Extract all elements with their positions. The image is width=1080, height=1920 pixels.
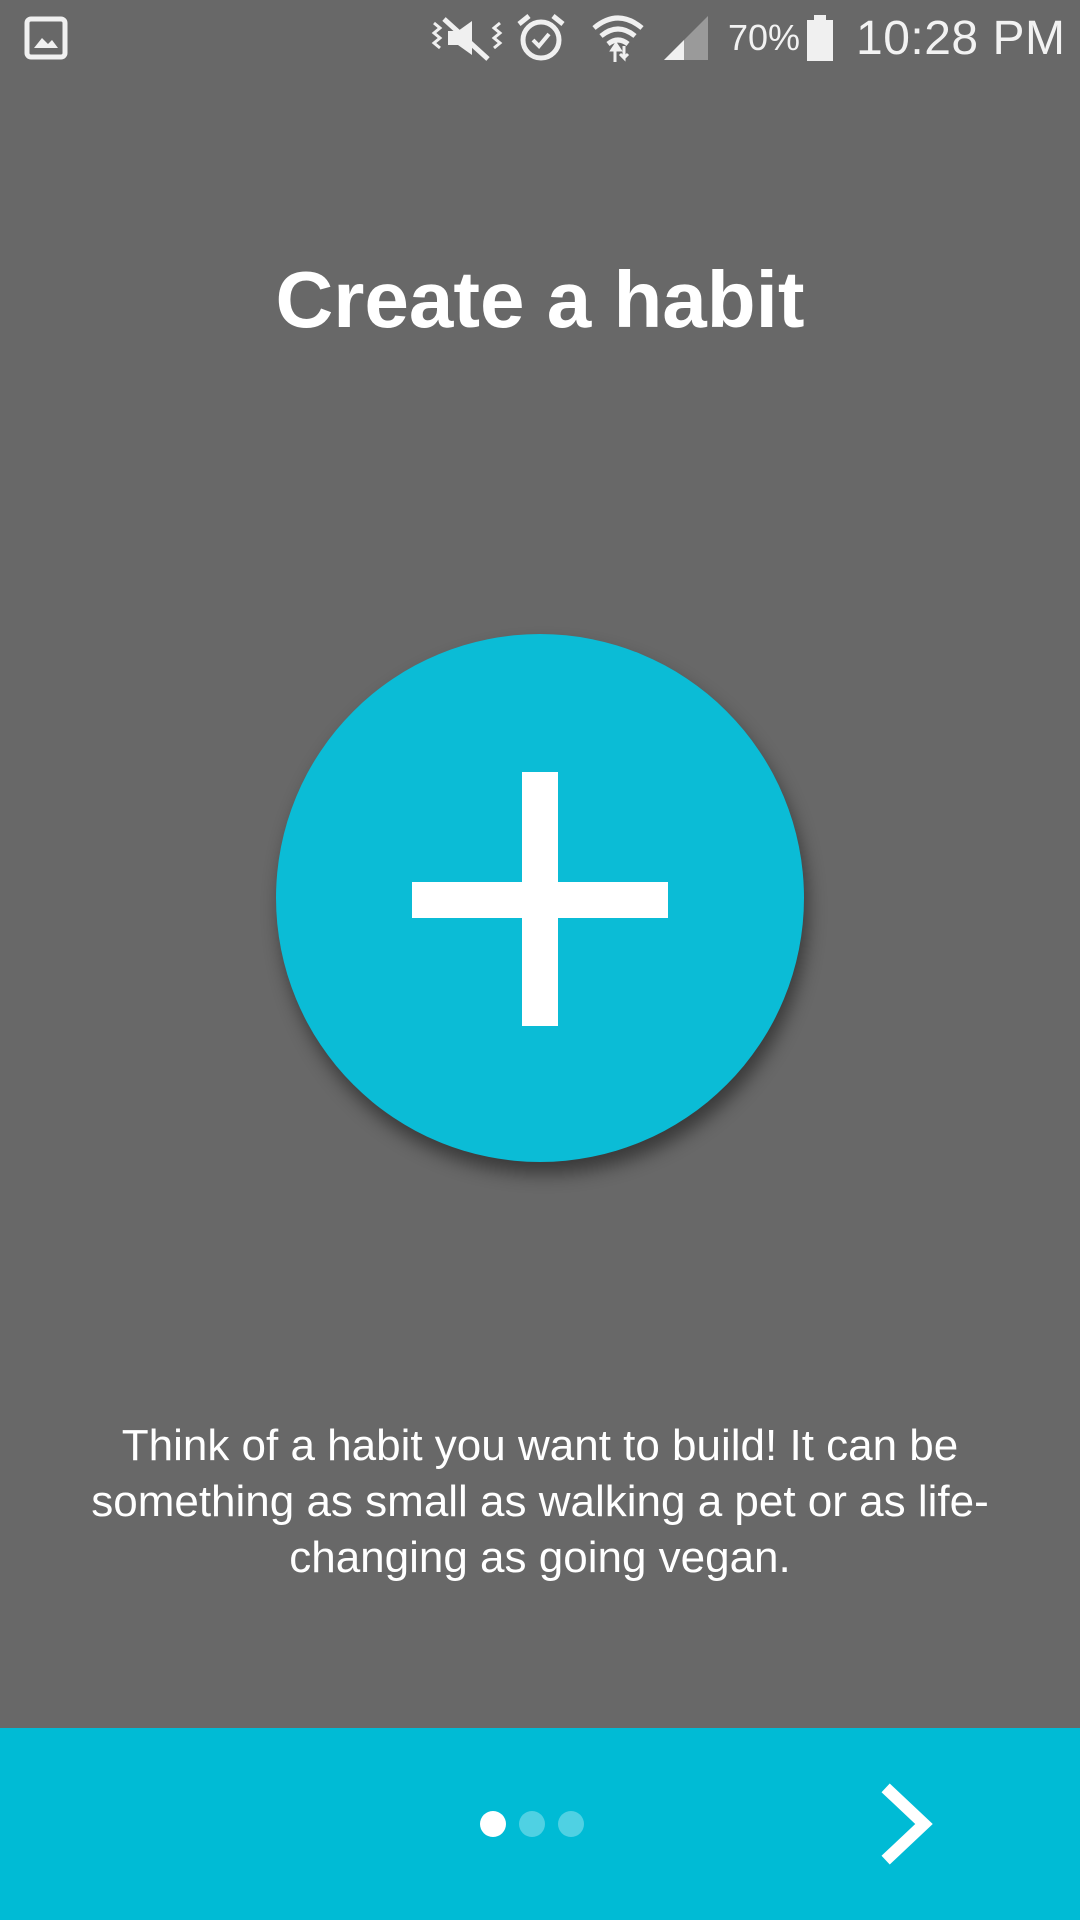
signal-icon <box>660 0 712 76</box>
add-habit-button[interactable] <box>276 634 804 1162</box>
vibrate-mute-icon <box>430 0 504 76</box>
battery-icon <box>805 0 835 76</box>
page-indicator-dot-active <box>480 1811 506 1837</box>
wifi-icon <box>590 0 646 76</box>
status-bar: 70% 10:28 PM <box>0 0 1080 76</box>
battery-percent: 70% <box>728 17 801 58</box>
clock: 10:28 PM <box>856 11 1066 65</box>
page-title: Create a habit <box>275 255 805 344</box>
alarm-icon <box>515 0 567 76</box>
chevron-right-icon <box>881 1783 933 1865</box>
page-indicator-dot <box>519 1811 545 1837</box>
page-indicator-dot <box>558 1811 584 1837</box>
plus-icon <box>276 634 804 1162</box>
onboarding-screen: 70% 10:28 PM Create a habit Think of a h… <box>0 0 1080 1920</box>
next-button[interactable] <box>870 1780 950 1868</box>
onboarding-description: Think of a habit you want to build! It c… <box>91 1421 989 1582</box>
gallery-icon <box>24 0 68 76</box>
